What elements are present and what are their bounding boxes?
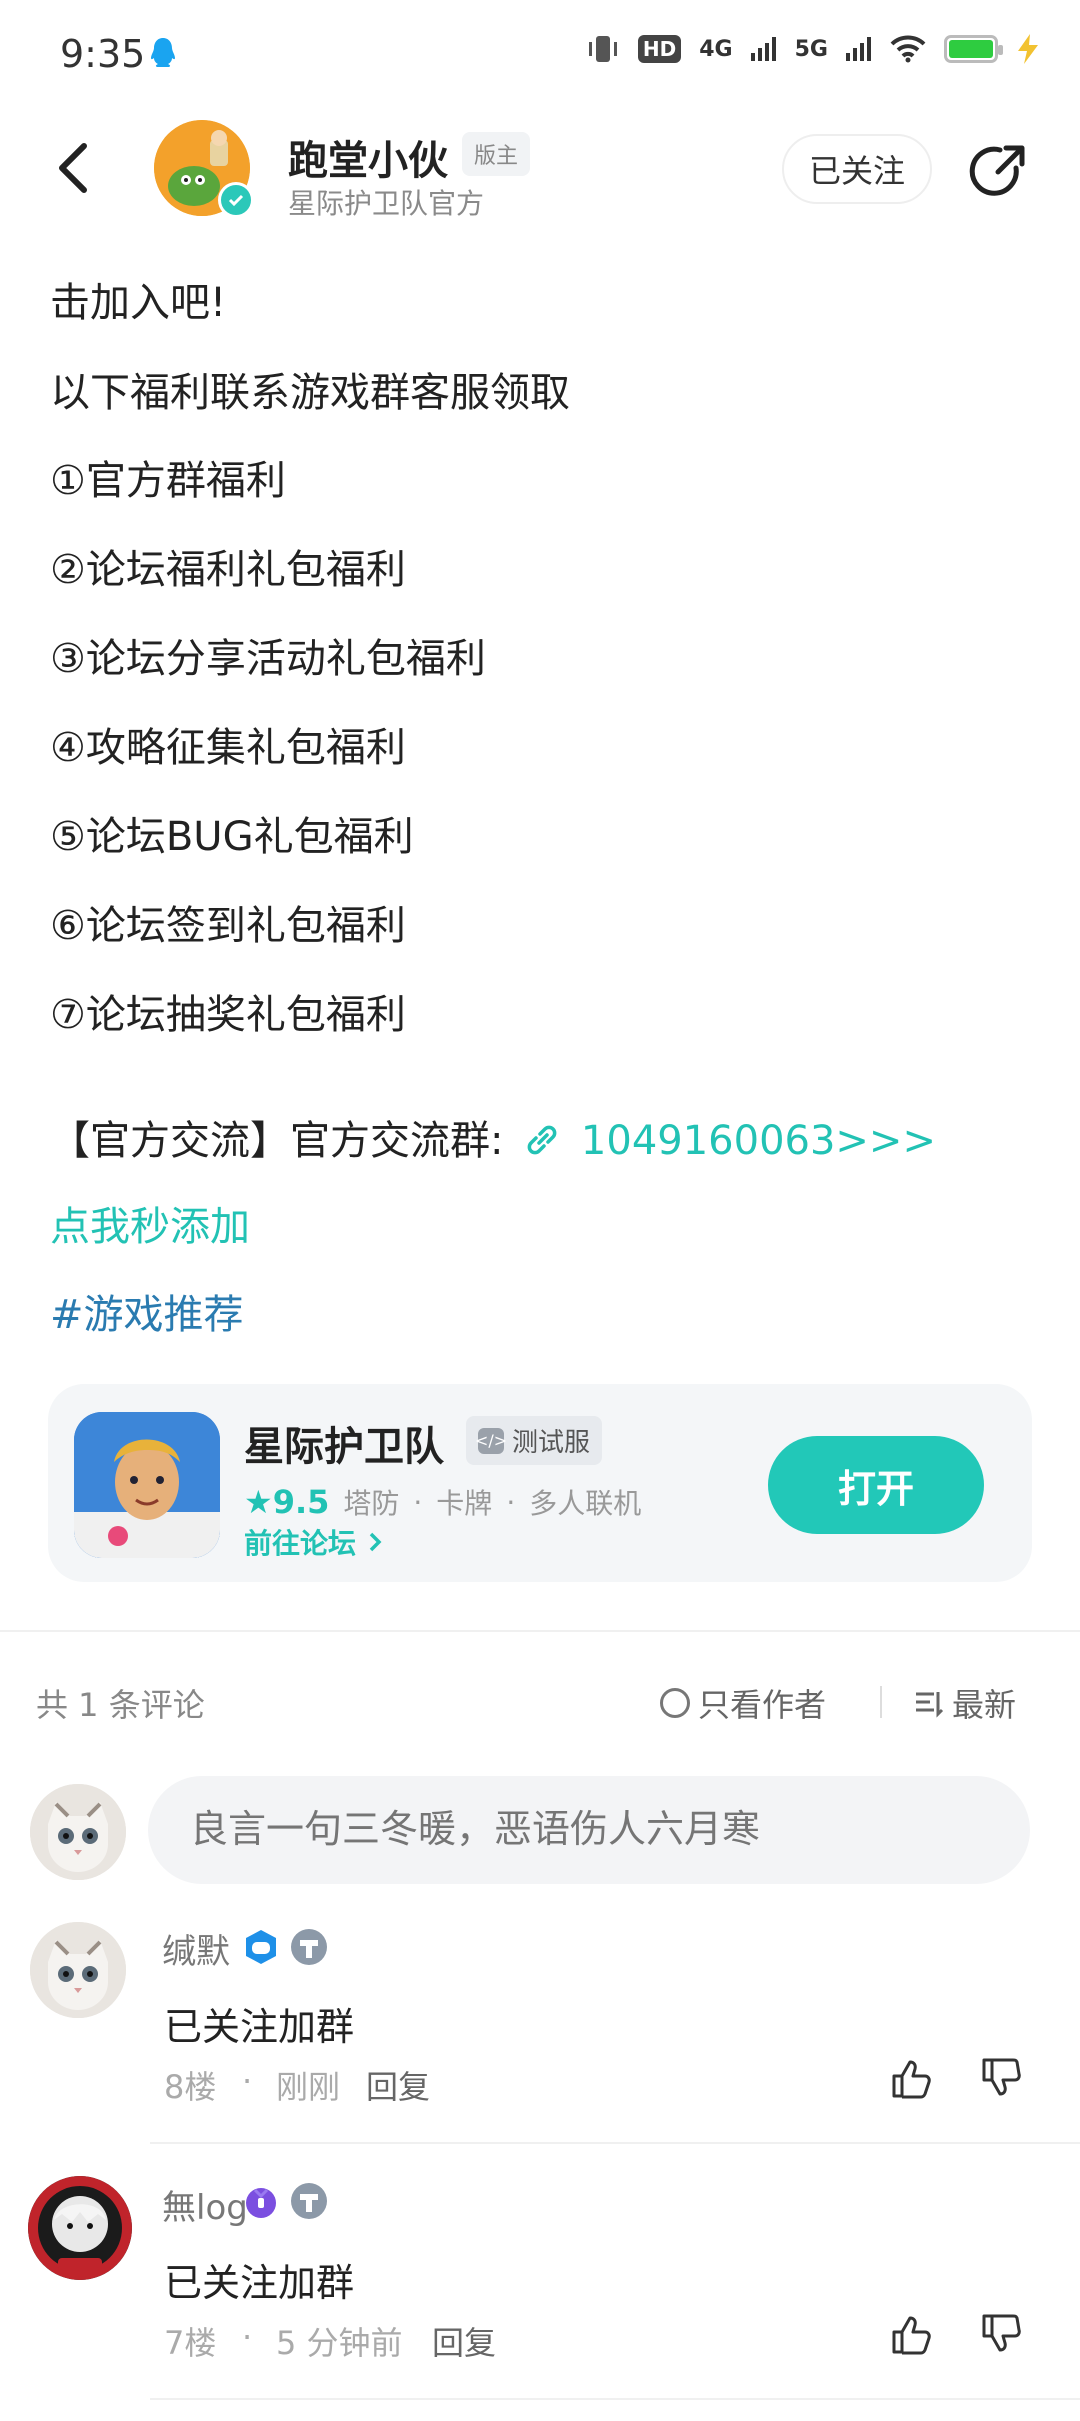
article-line: ③论坛分享活动礼包福利	[50, 636, 486, 682]
level-badge-icon	[291, 1929, 327, 1965]
follow-button[interactable]: 已关注	[782, 134, 932, 204]
test-server-badge: </> 测试服	[466, 1416, 603, 1465]
article-line: 击加入吧!	[50, 280, 227, 326]
commenter-name[interactable]: 無log	[162, 2180, 248, 2229]
article-line: ⑦论坛抽奖礼包福利	[50, 992, 406, 1038]
game-score: ★9.5	[244, 1483, 330, 1521]
commenter-avatar[interactable]	[28, 2176, 132, 2280]
forum-link-label: 前往论坛	[244, 1527, 357, 1560]
comment-count: 共 1 条评论	[36, 1686, 205, 1724]
vibrate-icon	[588, 36, 617, 62]
charging-icon	[1018, 34, 1038, 64]
network-4g: 4G	[699, 36, 733, 62]
reply-button[interactable]: 回复	[366, 2062, 430, 2108]
article-line: ⑥论坛签到礼包福利	[50, 903, 406, 949]
only-author-label: 只看作者	[698, 1686, 827, 1724]
sort-icon	[916, 1692, 944, 1718]
thumbs-up-icon[interactable]	[888, 2054, 936, 2102]
commenter-name[interactable]: 缄默	[162, 1924, 230, 1973]
dot-separator: ·	[506, 1485, 516, 1519]
game-name: 星际护卫队	[244, 1424, 444, 1470]
anime-avatar-icon	[28, 2176, 132, 2280]
article-line: 以下福利联系游戏群客服领取	[50, 370, 570, 416]
hero-portrait-icon	[74, 1412, 220, 1558]
back-arrow-icon[interactable]	[50, 138, 100, 198]
official-group-line: 【官方交流】官方交流群: 1049160063>>>	[50, 1108, 936, 1166]
add-group-link[interactable]: 点我秒添加	[50, 1194, 250, 1252]
wifi-icon	[890, 35, 926, 63]
group-prefix: 【官方交流】官方交流群:	[50, 1118, 504, 1164]
signal-icon	[750, 37, 776, 61]
article-line: ①官方群福利	[50, 458, 286, 504]
verified-badge-icon	[218, 182, 254, 218]
comment-text: 已关注加群	[164, 2005, 355, 2049]
code-icon: </>	[475, 1427, 507, 1454]
cat-avatar-icon	[30, 1922, 126, 2018]
comment-time: 5 分钟前	[276, 2324, 403, 2362]
gamepad-badge-icon	[246, 1930, 276, 1964]
comment-input[interactable]	[148, 1776, 1030, 1884]
game-card[interactable]: 星际护卫队 </> 测试服 ★9.5 塔防 · 卡牌 · 多人联机 前往论坛 打…	[48, 1384, 1032, 1582]
comment-divider	[150, 2398, 1080, 2400]
reply-button[interactable]: 回复	[432, 2318, 496, 2364]
chevron-right-icon	[369, 1532, 382, 1552]
section-divider	[0, 1630, 1080, 1632]
game-icon	[74, 1412, 220, 1558]
sort-toggle[interactable]: 最新	[914, 1680, 1016, 1726]
sort-label: 最新	[952, 1686, 1017, 1724]
radio-circle-icon	[660, 1688, 690, 1718]
only-author-toggle[interactable]: 只看作者	[660, 1680, 826, 1726]
signal-icon-2	[846, 37, 871, 61]
game-tag: 多人联机	[529, 1487, 642, 1520]
game-tag: 卡牌	[436, 1487, 493, 1520]
dot-separator: ·	[413, 1485, 423, 1519]
dot-separator: ·	[242, 2318, 253, 2356]
game-tag: 塔防	[343, 1487, 400, 1520]
battery-icon	[944, 35, 1003, 63]
hashtag-link[interactable]: #游戏推荐	[50, 1282, 244, 1340]
medal-badge-icon	[246, 2188, 276, 2218]
post-header: 跑堂小伙 版主 星际护卫队官方 已关注	[0, 110, 1080, 230]
comment-divider	[150, 2142, 1080, 2144]
article-line: ④攻略征集礼包福利	[50, 725, 406, 771]
group-number-link[interactable]: 1049160063>>>	[581, 1118, 936, 1164]
test-server-label: 测试服	[512, 1428, 591, 1458]
open-game-button[interactable]: 打开	[768, 1436, 984, 1534]
my-avatar	[30, 1784, 126, 1880]
author-subtitle: 星际护卫队官方	[288, 187, 485, 220]
comment-floor: 7楼	[164, 2324, 217, 2362]
score-value: 9.5	[272, 1483, 330, 1521]
share-icon[interactable]	[966, 140, 1030, 204]
header-separator	[880, 1686, 882, 1718]
network-5g: 5G	[794, 36, 828, 62]
author-name[interactable]: 跑堂小伙	[288, 128, 448, 186]
moderator-badge: 版主	[462, 132, 531, 176]
thumbs-up-icon[interactable]	[888, 2310, 936, 2358]
status-time: 9:35	[60, 32, 146, 76]
go-to-forum-link[interactable]: 前往论坛	[244, 1522, 384, 1562]
level-badge-icon	[291, 2183, 327, 2219]
comment-time: 刚刚	[276, 2068, 341, 2106]
dot-separator: ·	[242, 2062, 253, 2100]
comment-text: 已关注加群	[164, 2261, 355, 2305]
hd-indicator: HD	[637, 35, 682, 63]
cat-avatar-icon	[30, 1784, 126, 1880]
article-line: ⑤论坛BUG礼包福利	[50, 814, 414, 860]
article-line: ②论坛福利礼包福利	[50, 547, 406, 593]
thumbs-down-icon[interactable]	[978, 2310, 1026, 2358]
game-meta: ★9.5 塔防 · 卡牌 · 多人联机	[244, 1482, 641, 1522]
thumbs-down-icon[interactable]	[978, 2054, 1026, 2102]
qq-notification-icon	[151, 38, 175, 67]
comment-floor: 8楼	[164, 2068, 217, 2106]
link-icon	[527, 1125, 557, 1155]
status-bar: 9:35 HD 4G 5G	[0, 0, 1080, 110]
commenter-avatar[interactable]	[30, 1922, 126, 2018]
